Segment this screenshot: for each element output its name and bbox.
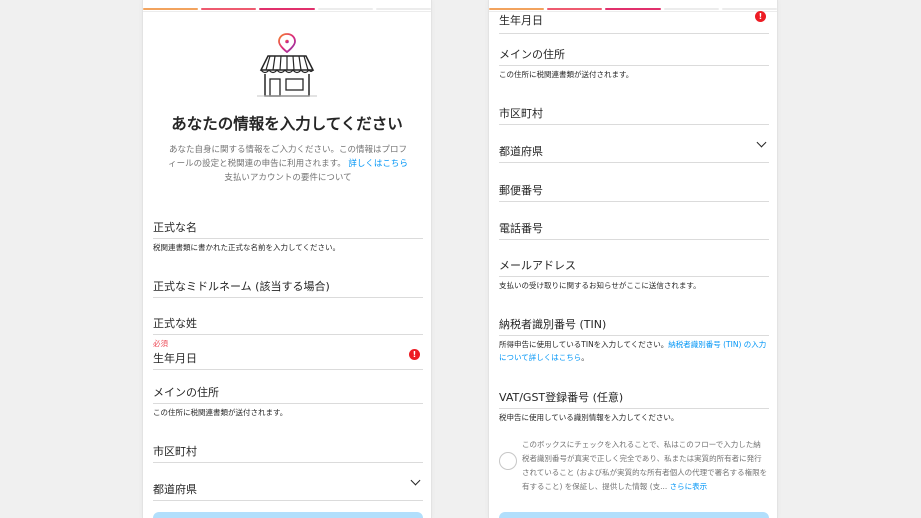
city-field[interactable]: 市区町村 <box>153 429 423 463</box>
screen-left: あなたの情報を入力してください あなた自身に関する情報をご入力ください。この情報… <box>143 0 431 518</box>
prefecture-select[interactable]: 都道府県 <box>153 467 423 501</box>
show-more-link[interactable]: さらに表示 <box>670 482 708 491</box>
email-help: 支払いの受け取りに関するお知らせがここに送信されます。 <box>499 281 701 290</box>
chevron-down-icon <box>756 137 767 148</box>
main-address-label: メインの住所 <box>153 386 219 399</box>
main-address-help: この住所に税関連書類が送付されます。 <box>153 408 288 417</box>
intro-text: あなた自身に関する情報をご入力ください。この情報はプロフィールの設定と税関連の申… <box>168 145 408 183</box>
chevron-down-icon <box>410 475 421 486</box>
tin-help: 所得申告に使用しているTINを入力してください。納税者識別番号 (TIN) の入… <box>499 340 767 362</box>
next-button[interactable] <box>499 512 769 518</box>
page-title: あなたの情報を入力してください <box>171 115 403 133</box>
progress-bar <box>143 0 431 12</box>
middle-name-label: 正式なミドルネーム (該当する場合) <box>153 280 330 293</box>
legal-first-name-help: 税関連書類に書かれた正式な名前を入力してください。 <box>153 243 341 252</box>
birthdate-label: 生年月日 <box>153 352 197 365</box>
city-field[interactable]: 市区町村 <box>499 91 769 125</box>
last-name-label: 正式な姓 <box>153 317 197 330</box>
postal-code-label: 郵便番号 <box>499 184 543 197</box>
main-address-field[interactable]: メインの住所 <box>153 370 423 404</box>
consent-text: このボックスにチェックを入れることで、私はこのフローで入力した納税者識別番号が真… <box>522 440 768 491</box>
vat-help: 税申告に使用している識別情報を入力してください。 <box>499 413 679 422</box>
prefecture-select[interactable]: 都道府県 <box>499 129 769 163</box>
progress-step-5 <box>376 8 431 10</box>
storefront-icon <box>257 33 317 97</box>
legal-first-name-label: 正式な名 <box>153 221 197 234</box>
main-address-help: この住所に税関連書類が送付されます。 <box>499 70 634 79</box>
tin-label: 納税者識別番号 (TIN) <box>499 318 607 331</box>
email-field[interactable]: メールアドレス <box>499 243 769 277</box>
prefecture-label: 都道府県 <box>499 145 543 158</box>
progress-step-1 <box>143 8 198 10</box>
prefecture-label: 都道府県 <box>153 483 197 496</box>
phone-label: 電話番号 <box>499 222 543 235</box>
screen-right: 生年月日 ! メインの住所 この住所に税関連書類が送付されます。 市区町村 都道… <box>489 0 777 518</box>
birthdate-field[interactable]: 生年月日 ! <box>499 0 769 34</box>
middle-name-field[interactable]: 正式なミドルネーム (該当する場合) <box>153 264 423 298</box>
consent-checkbox[interactable] <box>499 452 517 470</box>
birthdate-label: 生年月日 <box>499 14 543 27</box>
birthdate-field[interactable]: 必須 生年月日 ! <box>153 336 423 370</box>
city-label: 市区町村 <box>153 445 197 458</box>
city-label: 市区町村 <box>499 107 543 120</box>
main-address-label: メインの住所 <box>499 48 565 61</box>
progress-step-2 <box>201 8 256 10</box>
progress-step-4 <box>318 8 373 10</box>
next-button[interactable] <box>153 512 423 518</box>
email-label: メールアドレス <box>499 259 576 272</box>
legal-first-name-field[interactable]: 正式な名 <box>153 205 423 239</box>
last-name-field[interactable]: 正式な姓 <box>153 301 423 335</box>
learn-more-link[interactable]: 詳しくはこちら <box>348 159 408 169</box>
error-icon: ! <box>409 349 420 360</box>
vat-label: VAT/GST登録番号 (任意) <box>499 391 624 404</box>
postal-code-field[interactable]: 郵便番号 <box>499 168 769 202</box>
vat-field[interactable]: VAT/GST登録番号 (任意) <box>499 375 769 409</box>
main-address-field[interactable]: メインの住所 <box>499 32 769 66</box>
progress-step-3 <box>259 8 315 10</box>
phone-field[interactable]: 電話番号 <box>499 206 769 240</box>
error-icon: ! <box>755 11 766 22</box>
tin-field[interactable]: 納税者識別番号 (TIN) <box>499 302 769 336</box>
required-label: 必須 <box>153 339 168 348</box>
